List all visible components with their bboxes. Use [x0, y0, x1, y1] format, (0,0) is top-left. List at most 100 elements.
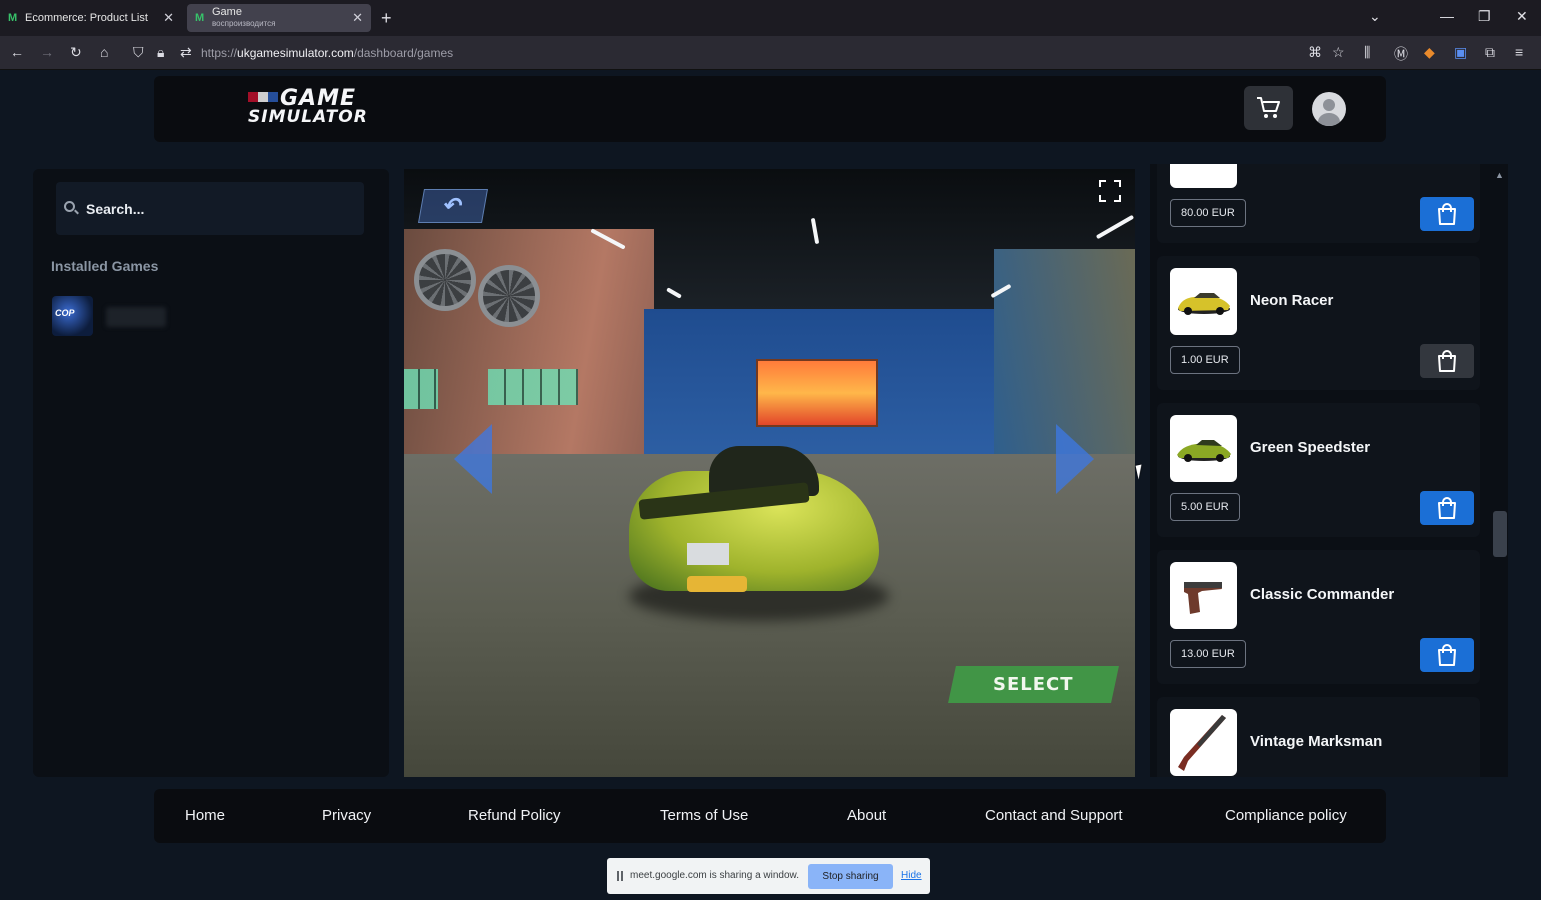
select-car-button[interactable]: SELECT: [948, 666, 1119, 703]
product-thumbnail[interactable]: [1170, 562, 1237, 629]
bookmark-star-icon[interactable]: ☆: [1332, 44, 1345, 61]
url-prefix: https://: [201, 46, 238, 60]
sports-car-model: [619, 431, 889, 621]
tab-subtitle: воспроизводится: [212, 19, 276, 28]
window-close-icon[interactable]: ✕: [1516, 8, 1528, 25]
product-price: 1.00 EUR: [1170, 346, 1240, 374]
lock-icon[interactable]: 🔒︎: [157, 44, 164, 61]
footer-link-privacy[interactable]: Privacy: [322, 807, 371, 824]
browser-tab-ecommerce[interactable]: M Ecommerce: Product List ✕: [0, 4, 182, 32]
search-input[interactable]: [86, 200, 346, 217]
rifle-image: [1178, 715, 1226, 771]
game-back-button[interactable]: ↶: [418, 189, 488, 223]
stop-sharing-button[interactable]: Stop sharing: [808, 864, 893, 889]
garage-monitors: [488, 369, 578, 405]
url-path: /dashboard/games: [353, 46, 454, 60]
search-box[interactable]: [56, 182, 364, 235]
previous-car-arrow-icon[interactable]: [454, 424, 492, 494]
footer-link-contact-support[interactable]: Contact and Support: [985, 807, 1123, 824]
product-card: Green Speedster 5.00 EUR: [1157, 403, 1480, 537]
product-thumbnail[interactable]: [1170, 268, 1237, 335]
footer-link-about[interactable]: About: [847, 807, 886, 824]
select-label: SELECT: [993, 674, 1074, 695]
footer-link-compliance-policy[interactable]: Compliance policy: [1225, 807, 1347, 824]
home-icon[interactable]: ⌂: [100, 44, 108, 60]
product-thumbnail[interactable]: [1170, 164, 1237, 188]
product-card: Neon Racer 1.00 EUR: [1157, 256, 1480, 390]
pause-icon: [617, 871, 623, 881]
minimize-icon[interactable]: —: [1440, 8, 1454, 24]
wall-fan-icon: [478, 265, 540, 327]
logo-line2: SIMULATOR: [248, 107, 368, 127]
game-thumb-text: COP: [55, 308, 75, 318]
extensions-icon[interactable]: ⧉: [1485, 44, 1495, 61]
tracking-shield-icon[interactable]: ⛉: [133, 44, 144, 61]
screen-sharing-banner: meet.google.com is sharing a window. Sto…: [607, 858, 930, 894]
site-footer: Home Privacy Refund Policy Terms of Use …: [154, 789, 1386, 843]
buy-button[interactable]: [1420, 197, 1474, 231]
product-thumbnail[interactable]: [1170, 415, 1237, 482]
library-icon[interactable]: ⫼: [1364, 44, 1370, 61]
hide-banner-link[interactable]: Hide: [901, 870, 922, 881]
footer-link-terms-of-use[interactable]: Terms of Use: [660, 807, 748, 824]
account-m-icon[interactable]: Ⓜ: [1394, 44, 1408, 64]
game-simulator-logo[interactable]: GAME SIMULATOR: [248, 88, 368, 127]
car-exhaust: [687, 576, 747, 592]
installed-game-name-placeholder[interactable]: [106, 307, 166, 327]
user-avatar[interactable]: [1312, 92, 1346, 126]
product-card: Vintage Marksman: [1157, 697, 1480, 777]
buy-button[interactable]: [1420, 638, 1474, 672]
garage-fire-panel: [756, 359, 878, 427]
buy-button[interactable]: [1420, 344, 1474, 378]
fullscreen-icon[interactable]: [1099, 180, 1121, 202]
browser-nav-bar: ← → ↻ ⌂ ⛉ 🔒︎ ⇄ https://ukgamesimulator.c…: [0, 36, 1541, 70]
product-card: 80.00 EUR: [1157, 164, 1480, 243]
product-card: Classic Commander 13.00 EUR: [1157, 550, 1480, 684]
site-header: GAME SIMULATOR: [154, 76, 1386, 142]
yellow-car-image: [1178, 293, 1230, 315]
product-scrollbar-track[interactable]: [1493, 180, 1507, 777]
green-car-image: [1177, 440, 1231, 462]
installed-game-thumbnail[interactable]: COP: [52, 296, 93, 336]
undo-arrow-icon: ↶: [441, 193, 465, 218]
cart-icon: [1256, 97, 1280, 118]
product-scrollbar-thumb[interactable]: [1493, 511, 1507, 557]
extension-fox-icon[interactable]: ◆: [1424, 44, 1435, 61]
permissions-icon[interactable]: ⇄: [180, 44, 192, 61]
tab-list-chevron-icon[interactable]: ⌄: [1369, 8, 1381, 25]
restore-icon[interactable]: ❐: [1478, 8, 1491, 25]
menu-icon[interactable]: ≡: [1515, 44, 1523, 60]
games-sidebar: Installed Games COP: [33, 169, 389, 777]
browser-tab-game[interactable]: M Game воспроизводится ✕: [187, 4, 371, 32]
browser-tab-bar: M Ecommerce: Product List ✕ M Game воспр…: [0, 0, 1541, 36]
game-viewport[interactable]: ↶ SELECT: [404, 169, 1135, 777]
url-bar[interactable]: https://ukgamesimulator.com/dashboard/ga…: [201, 46, 453, 60]
product-price: 80.00 EUR: [1170, 199, 1246, 227]
cart-button[interactable]: [1244, 86, 1293, 130]
avatar-head: [1323, 99, 1335, 111]
tab-close-icon[interactable]: ✕: [163, 10, 174, 26]
extension-translate-icon[interactable]: ▣: [1454, 44, 1467, 61]
url-host: ukgamesimulator.com: [237, 46, 354, 60]
avatar-body: [1318, 113, 1340, 126]
wall-fan-icon: [414, 249, 476, 311]
new-tab-icon[interactable]: +: [381, 8, 392, 29]
scroll-up-chevron-icon[interactable]: ▲: [1495, 170, 1504, 180]
back-icon[interactable]: ←: [10, 44, 24, 60]
forward-icon[interactable]: →: [40, 44, 54, 60]
tab-close-icon[interactable]: ✕: [352, 10, 363, 26]
product-name: Green Speedster: [1250, 439, 1371, 456]
shopping-bag-icon: [1438, 644, 1456, 666]
product-price: 5.00 EUR: [1170, 493, 1240, 521]
footer-link-home[interactable]: Home: [185, 807, 225, 824]
product-thumbnail[interactable]: [1170, 709, 1237, 776]
reload-icon[interactable]: ↻: [70, 44, 82, 61]
footer-link-refund-policy[interactable]: Refund Policy: [468, 807, 561, 824]
buy-button[interactable]: [1420, 491, 1474, 525]
shopping-bag-icon: [1438, 497, 1456, 519]
sharing-message: meet.google.com is sharing a window.: [630, 870, 799, 881]
translate-icon[interactable]: ⌘: [1308, 44, 1322, 61]
next-car-arrow-icon[interactable]: [1056, 424, 1094, 494]
product-name: Classic Commander: [1250, 586, 1395, 603]
tab-title: Game: [212, 6, 242, 18]
